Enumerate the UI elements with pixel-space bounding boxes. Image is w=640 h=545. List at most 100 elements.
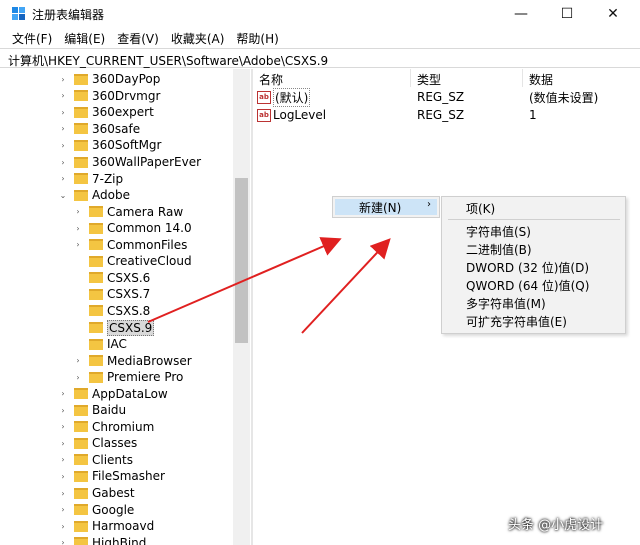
tree-item[interactable]: › 360WallPaperEver <box>58 154 201 171</box>
chevron-right-icon[interactable]: › <box>73 373 83 382</box>
folder-icon <box>89 239 103 251</box>
tree-item[interactable]: › CommonFiles <box>73 237 187 254</box>
tree-item-label: Harmoavd <box>92 519 155 534</box>
context-menu-new[interactable]: 新建(N) › <box>335 199 437 215</box>
tree-item[interactable]: › 360expert <box>58 104 153 121</box>
tree-item[interactable]: › Premiere Pro <box>73 369 183 386</box>
folder-icon <box>89 355 103 367</box>
menu-favorites[interactable]: 收藏夹(A) <box>165 28 231 47</box>
tree-item[interactable]: › Google <box>58 501 134 518</box>
chevron-right-icon[interactable]: › <box>58 422 68 431</box>
value-row-loglevel[interactable]: ab LogLevel REG_SZ 1 <box>253 106 640 124</box>
chevron-right-icon[interactable]: › <box>73 224 83 233</box>
tree-item[interactable]: › MediaBrowser <box>73 352 191 369</box>
menu-file[interactable]: 文件(F) <box>6 28 58 47</box>
submenu-item-string-value[interactable]: 字符串值(S) <box>442 222 627 240</box>
chevron-right-icon[interactable]: › <box>58 472 68 481</box>
tree-item[interactable]: › 7-Zip <box>58 170 123 187</box>
chevron-right-icon[interactable]: › <box>58 91 68 100</box>
regedit-app-icon <box>12 7 25 20</box>
folder-icon <box>74 156 88 168</box>
tree-item[interactable]: › Baidu <box>58 402 126 419</box>
chevron-right-icon[interactable]: › <box>58 174 68 183</box>
chevron-right-icon[interactable]: › <box>73 207 83 216</box>
tree-item[interactable]: › Chromium <box>58 419 154 436</box>
key-tree[interactable]: › 360DayPop › 360Drvmgr › 360expert › 360safe › 3… <box>0 69 252 545</box>
folder-icon <box>74 139 88 151</box>
chevron-right-icon[interactable]: › <box>58 108 68 117</box>
value-row-default[interactable]: ab (默认) REG_SZ (数值未设置) <box>253 87 640 107</box>
maximize-button[interactable]: ☐ <box>544 0 590 28</box>
column-header-type[interactable]: 类型 <box>411 69 523 87</box>
chevron-right-icon[interactable]: › <box>58 124 68 133</box>
chevron-right-icon[interactable]: › <box>58 538 68 545</box>
tree-item[interactable]: CSXS.9 <box>73 319 155 336</box>
tree-item[interactable]: CSXS.6 <box>73 270 150 287</box>
tree-item[interactable]: › Harmoavd <box>58 518 154 535</box>
folder-icon <box>89 305 103 317</box>
close-button[interactable]: ✕ <box>590 0 636 28</box>
tree-item[interactable]: › Classes <box>58 435 137 452</box>
tree-item-label: Google <box>92 502 135 517</box>
tree-item[interactable]: › 360DayPop <box>58 71 160 88</box>
tree-item[interactable]: CSXS.8 <box>73 303 150 320</box>
submenu-item-binary-value[interactable]: 二进制值(B) <box>442 240 627 258</box>
tree-item-label: 7-Zip <box>92 171 124 186</box>
submenu-item-key[interactable]: 项(K) <box>442 199 627 217</box>
tree-item[interactable]: CSXS.7 <box>73 286 150 303</box>
folder-icon <box>74 487 88 499</box>
tree-item-label: CreativeCloud <box>107 254 192 269</box>
submenu-item-expandable-string-value[interactable]: 可扩充字符串值(E) <box>442 312 627 330</box>
tree-item[interactable]: › Common 14.0 <box>73 220 192 237</box>
pane-splitter[interactable] <box>251 69 253 545</box>
tree-item[interactable]: CreativeCloud <box>73 253 192 270</box>
tree-item[interactable]: › Clients <box>58 452 133 469</box>
folder-icon <box>89 206 103 218</box>
column-header-data[interactable]: 数据 <box>523 69 640 87</box>
chevron-right-icon[interactable]: › <box>58 406 68 415</box>
tree-item[interactable]: › Gabest <box>58 485 134 502</box>
chevron-right-icon[interactable]: › <box>58 141 68 150</box>
address-bar[interactable]: 计算机\HKEY_CURRENT_USER\Software\Adobe\CSX… <box>0 48 640 68</box>
submenu-item-dword-value[interactable]: DWORD (32 位)值(D) <box>442 258 627 276</box>
menu-help[interactable]: 帮助(H) <box>230 28 284 47</box>
menu-view[interactable]: 查看(V) <box>111 28 165 47</box>
tree-item[interactable]: › 360SoftMgr <box>58 137 161 154</box>
tree-item[interactable]: › Camera Raw <box>73 203 183 220</box>
tree-item[interactable]: ⌄ Adobe <box>58 187 130 204</box>
tree-scrollbar-thumb[interactable] <box>235 178 248 343</box>
chevron-right-icon[interactable]: › <box>58 75 68 84</box>
chevron-right-icon[interactable]: › <box>58 439 68 448</box>
chevron-down-icon[interactable]: ⌄ <box>58 191 68 200</box>
chevron-right-icon[interactable]: › <box>58 489 68 498</box>
submenu-item-multi-string-value[interactable]: 多字符串值(M) <box>442 294 627 312</box>
tree-item[interactable]: › HighBind <box>58 534 146 545</box>
chevron-right-icon[interactable]: › <box>58 522 68 531</box>
minimize-button[interactable]: — <box>498 0 544 28</box>
tree-item[interactable]: › AppDataLow <box>58 385 167 402</box>
tree-item[interactable]: › 360Drvmgr <box>58 88 160 105</box>
tree-item-label: Baidu <box>92 403 127 418</box>
tree-item-label: CommonFiles <box>107 237 188 252</box>
chevron-right-icon[interactable]: › <box>73 356 83 365</box>
chevron-right-icon[interactable]: › <box>58 455 68 464</box>
chevron-right-icon[interactable]: › <box>58 505 68 514</box>
tree-item[interactable]: IAC <box>73 336 127 353</box>
submenu-item-qword-value[interactable]: QWORD (64 位)值(Q) <box>442 276 627 294</box>
chevron-right-icon[interactable]: › <box>58 389 68 398</box>
value-data: 1 <box>529 108 537 122</box>
tree-item-label: Common 14.0 <box>107 221 192 236</box>
tree-item[interactable]: › 360safe <box>58 121 140 138</box>
chevron-right-icon[interactable]: › <box>73 240 83 249</box>
column-header-name[interactable]: 名称 <box>253 69 411 87</box>
menu-bar: 文件(F) 编辑(E) 查看(V) 收藏夹(A) 帮助(H) <box>0 28 640 47</box>
close-icon: ✕ <box>607 6 619 22</box>
folder-icon <box>74 90 88 102</box>
tree-item-label: Premiere Pro <box>107 370 184 385</box>
tree-item-label: 360WallPaperEver <box>92 155 202 169</box>
tree-item-label: 360Drvmgr <box>92 88 161 103</box>
menu-edit[interactable]: 编辑(E) <box>58 28 111 47</box>
tree-item[interactable]: › FileSmasher <box>58 468 165 485</box>
folder-icon <box>89 338 103 350</box>
chevron-right-icon[interactable]: › <box>58 158 68 167</box>
